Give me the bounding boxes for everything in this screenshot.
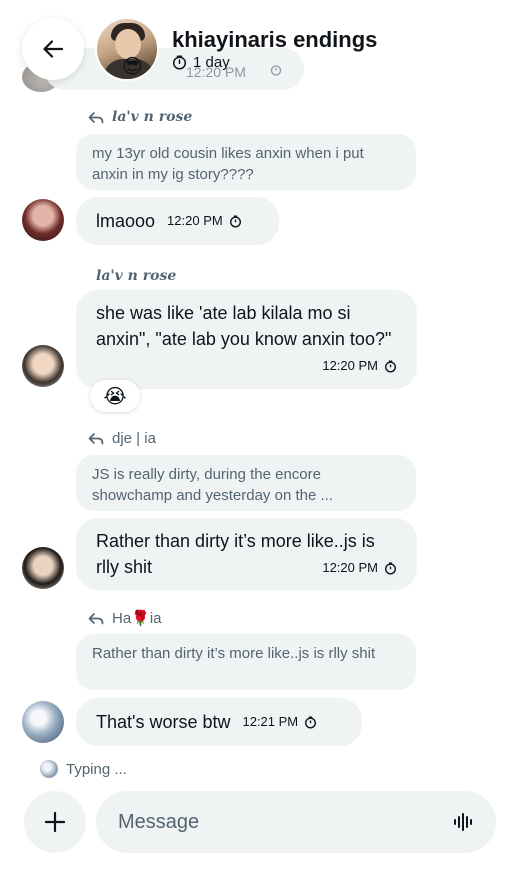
message-bubble[interactable]: she was like 'ate lab kilala mo si anxin… (76, 290, 417, 389)
timer-icon (305, 716, 317, 729)
reaction-crying-emoji[interactable]: 😭 (90, 380, 140, 412)
message-meta: 12:20 PM (167, 208, 242, 234)
message-text: lmaooo (96, 211, 156, 231)
sender-name: la'v n rose (96, 268, 177, 284)
sender-avatar[interactable] (22, 345, 64, 387)
message-meta: 12:21 PM (242, 709, 317, 735)
timer-icon (172, 55, 187, 70)
reply-indicator: la'v n rose (88, 109, 192, 125)
typing-indicator: Typing ... (40, 760, 127, 778)
message-bubble[interactable]: That's worse btw 12:21 PM (76, 698, 362, 746)
message-time: 12:20 PM (322, 560, 378, 575)
plus-icon (44, 811, 66, 833)
reply-indicator: dje | ia (88, 430, 156, 447)
sender-avatar[interactable] (22, 199, 64, 241)
arrow-left-icon (43, 40, 64, 58)
timer-icon (229, 215, 241, 228)
reply-indicator: Ha🌹ia (88, 609, 162, 627)
message-bubble[interactable]: Rather than dirty it’s more like..js is … (76, 518, 417, 590)
reply-arrow-icon (88, 111, 104, 123)
message-text: That's worse btw (96, 712, 231, 732)
sunglasses-emoji: 😎 (122, 56, 143, 78)
message-text: she was like 'ate lab kilala mo si anxin… (96, 303, 392, 349)
sender-avatar[interactable] (22, 547, 64, 589)
message-composer (96, 791, 496, 853)
reply-to-name: Ha🌹ia (112, 610, 162, 627)
message-meta: 12:20 PM (322, 555, 397, 581)
quoted-message[interactable]: JS is really dirty, during the encore sh… (76, 455, 416, 511)
typing-avatar (40, 760, 58, 778)
disappearing-timer-status[interactable]: 1 day (172, 54, 230, 71)
message-time: 12:20 PM (322, 358, 378, 373)
reply-to-name: la'v n rose (112, 109, 193, 125)
message-bubble[interactable]: lmaooo 12:20 PM (76, 197, 279, 245)
message-time: 12:21 PM (242, 714, 299, 729)
typing-label: Typing ... (66, 760, 127, 778)
message-input[interactable] (118, 810, 418, 834)
sender-avatar[interactable] (22, 701, 64, 743)
message-time: 12:20 PM (167, 213, 223, 228)
conversation-title[interactable]: khiayinaris endings (172, 27, 377, 53)
add-attachment-button[interactable] (24, 791, 86, 853)
voice-waveform-icon[interactable] (452, 811, 474, 833)
timer-icon (384, 562, 397, 575)
reply-arrow-icon (88, 612, 104, 624)
timer-duration: 1 day (193, 54, 230, 71)
timer-icon (270, 65, 282, 76)
back-button[interactable] (22, 18, 84, 80)
timer-icon (384, 360, 397, 373)
quoted-message[interactable]: Rather than dirty it’s more like..js is … (76, 634, 416, 690)
reply-to-name: dje | ia (112, 430, 156, 447)
reply-arrow-icon (88, 433, 104, 445)
message-meta: 12:20 PM (322, 353, 397, 379)
quoted-message[interactable]: my 13yr old cousin likes anxin when i pu… (76, 134, 416, 190)
